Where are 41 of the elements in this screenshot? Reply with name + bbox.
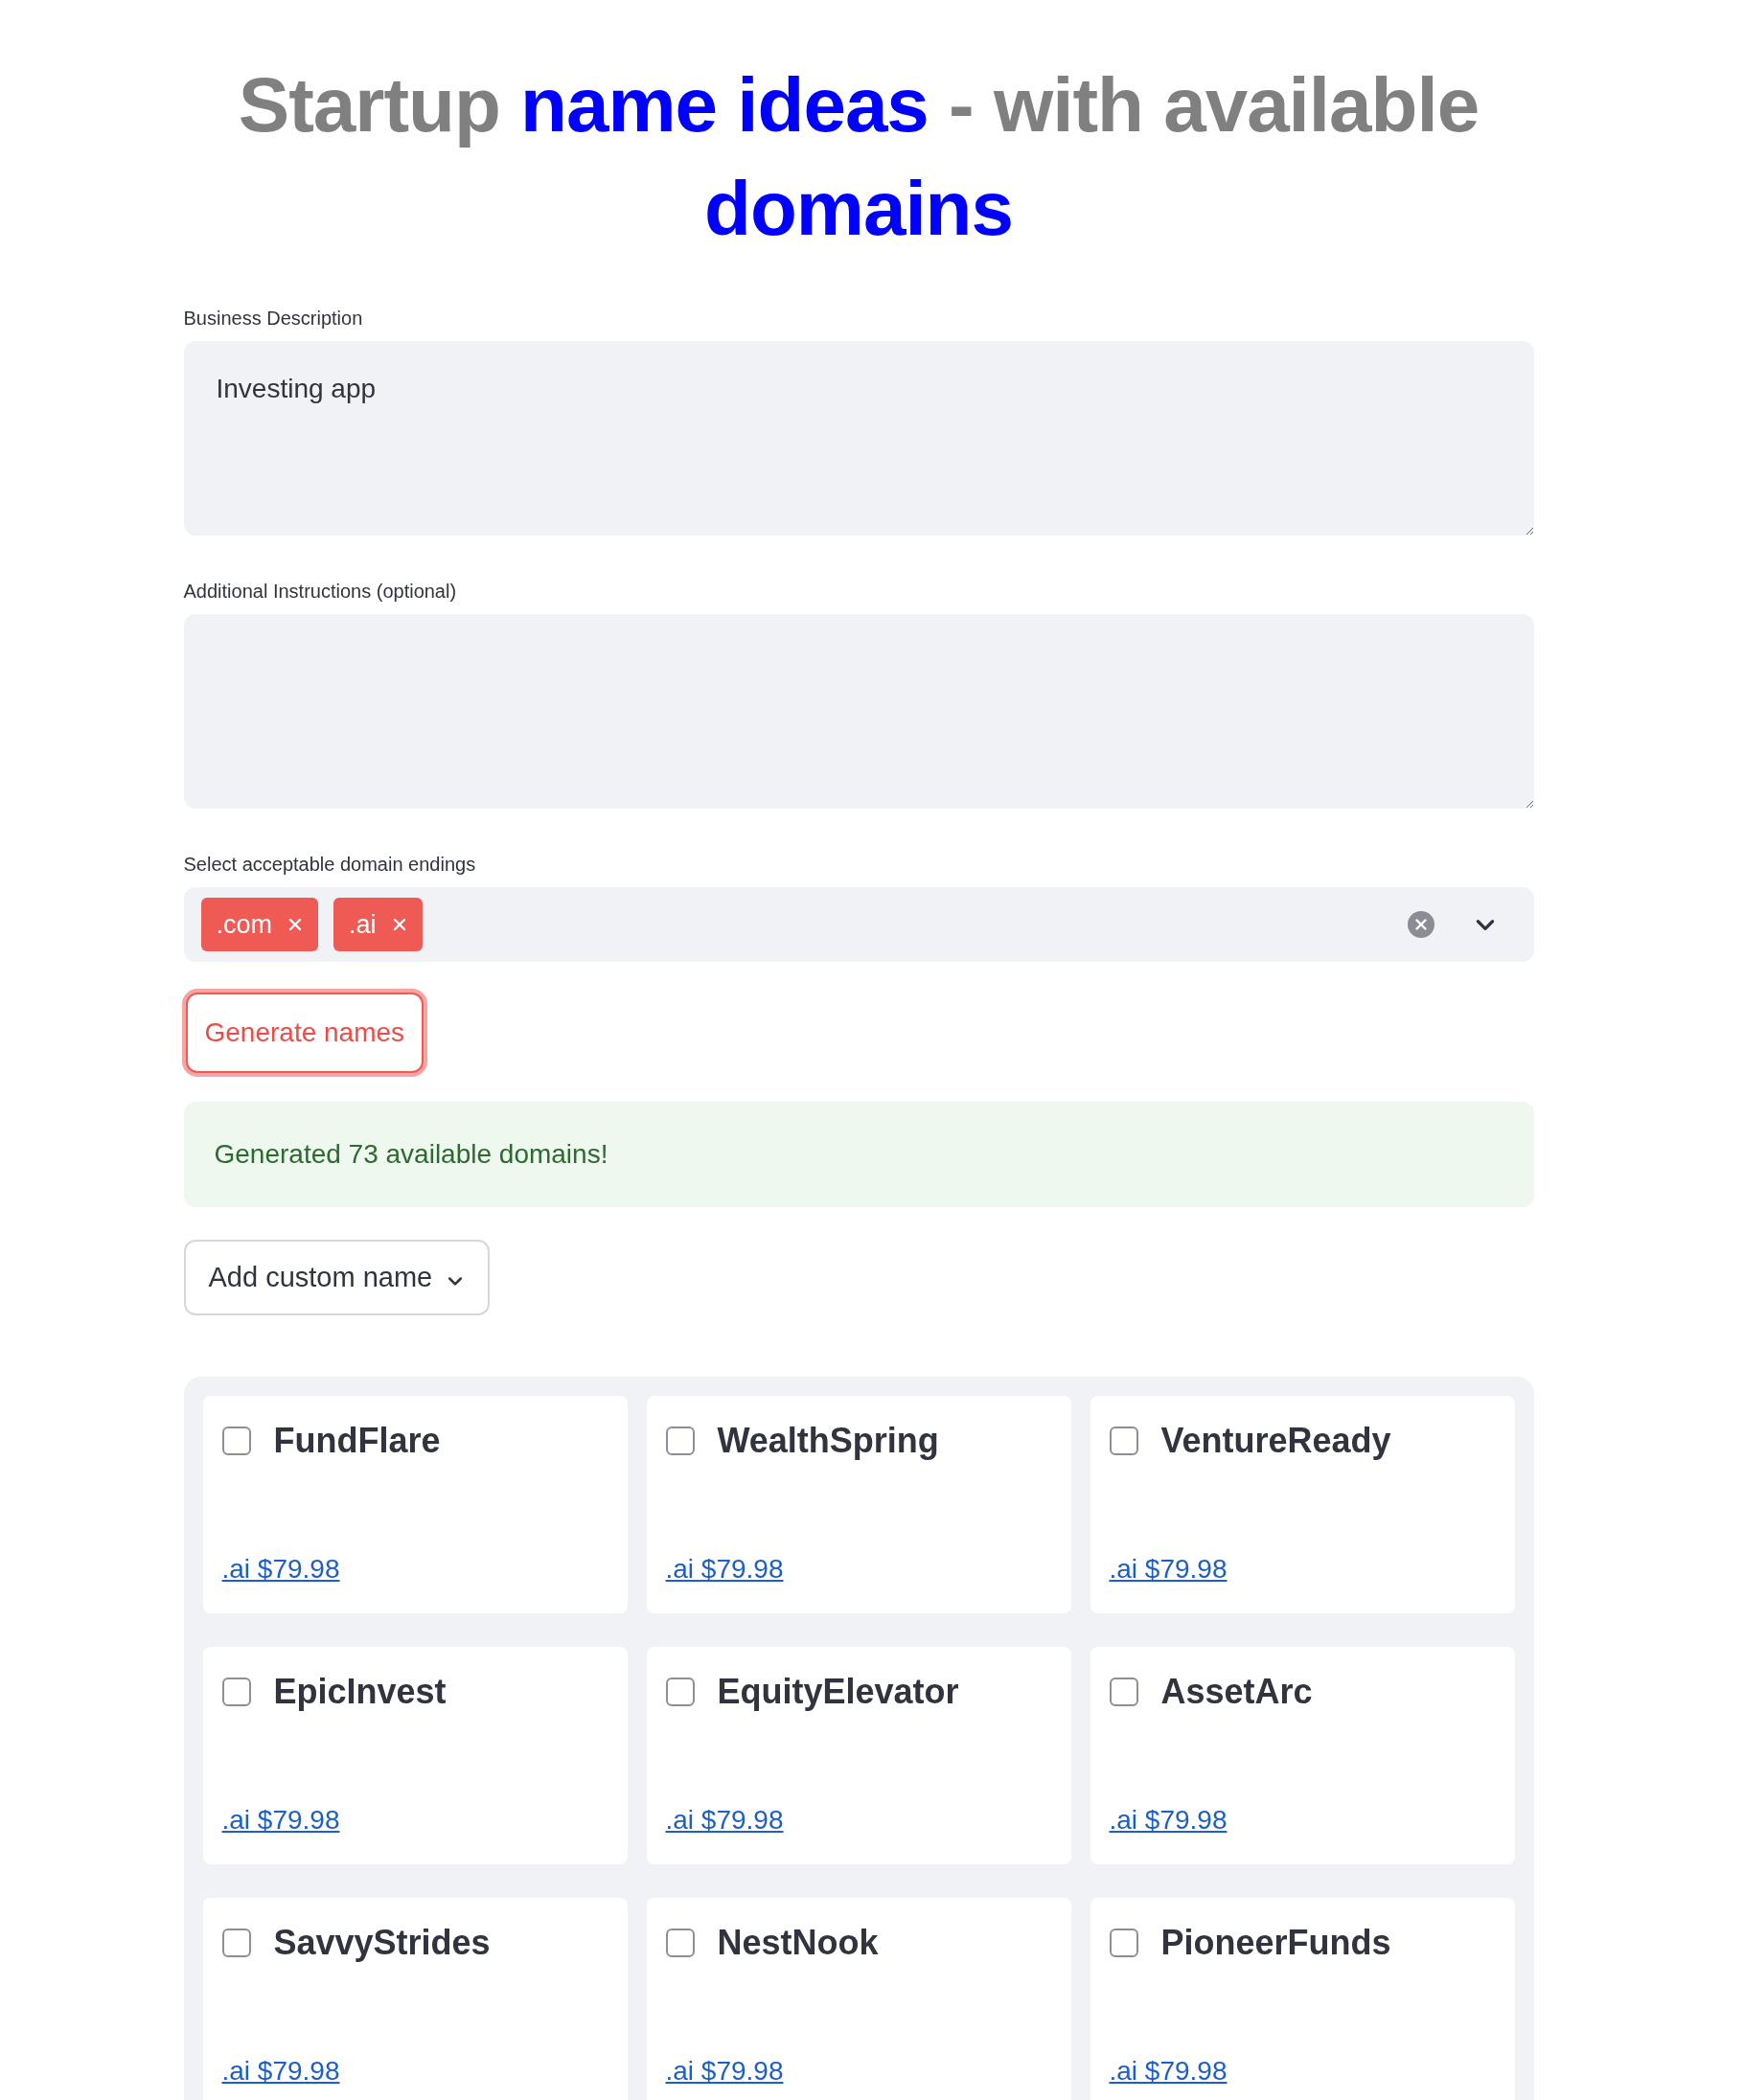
checkbox[interactable] [665,1678,695,1706]
checkbox[interactable] [221,1929,251,1957]
startup-name: VentureReady [1160,1421,1391,1461]
checkbox[interactable] [221,1678,251,1706]
domain-tag[interactable]: .com [200,898,318,951]
startup-name: AssetArc [1160,1672,1313,1712]
field-label: Additional Instructions (optional) [183,580,458,604]
domain-link[interactable]: .ai $79.98 [221,1805,340,1836]
field-label: Business Description [183,307,364,331]
checkbox[interactable] [665,1929,695,1957]
close-icon[interactable] [391,917,407,932]
field-label: Select acceptable domain endings [183,853,477,877]
domain-link[interactable]: .ai $79.98 [1109,2056,1228,2087]
checkbox[interactable] [221,1427,251,1455]
domain-link[interactable]: .ai $79.98 [221,1554,340,1585]
startup-name: NestNook [717,1923,879,1963]
domain-link[interactable]: .ai $79.98 [665,1554,784,1585]
startup-name: PioneerFunds [1160,1923,1391,1963]
page-title: Startup name ideas - with available domains [237,61,1480,253]
success-message: Generated 73 available domains! [183,1102,1534,1207]
startup-name: EquityElevator [717,1672,959,1712]
startup-name: WealthSpring [717,1421,939,1461]
checkbox[interactable] [1109,1929,1138,1957]
domain-link[interactable]: .ai $79.98 [221,2056,340,2087]
startup-name: SavvyStrides [273,1923,491,1963]
domain-link[interactable]: .ai $79.98 [1109,1554,1228,1585]
expander-button[interactable]: Add custom name [183,1240,491,1315]
domain-link[interactable]: .ai $79.98 [1109,1805,1228,1836]
checkbox[interactable] [665,1427,695,1455]
domain-link[interactable]: .ai $79.98 [665,2056,784,2087]
checkbox[interactable] [1109,1678,1138,1706]
clear-icon[interactable] [1407,911,1434,938]
startup-name: EpicInvest [273,1672,447,1712]
domain-link[interactable]: .ai $79.98 [665,1805,784,1836]
checkbox[interactable] [1109,1427,1138,1455]
instructions-field[interactable] [183,614,1534,809]
description-field[interactable]: Investing app [183,341,1534,536]
domain-tag[interactable]: .ai [333,898,423,951]
domain-select[interactable]: .com .ai [183,887,1534,962]
startup-name: FundFlare [273,1421,441,1461]
close-icon[interactable] [287,917,303,932]
